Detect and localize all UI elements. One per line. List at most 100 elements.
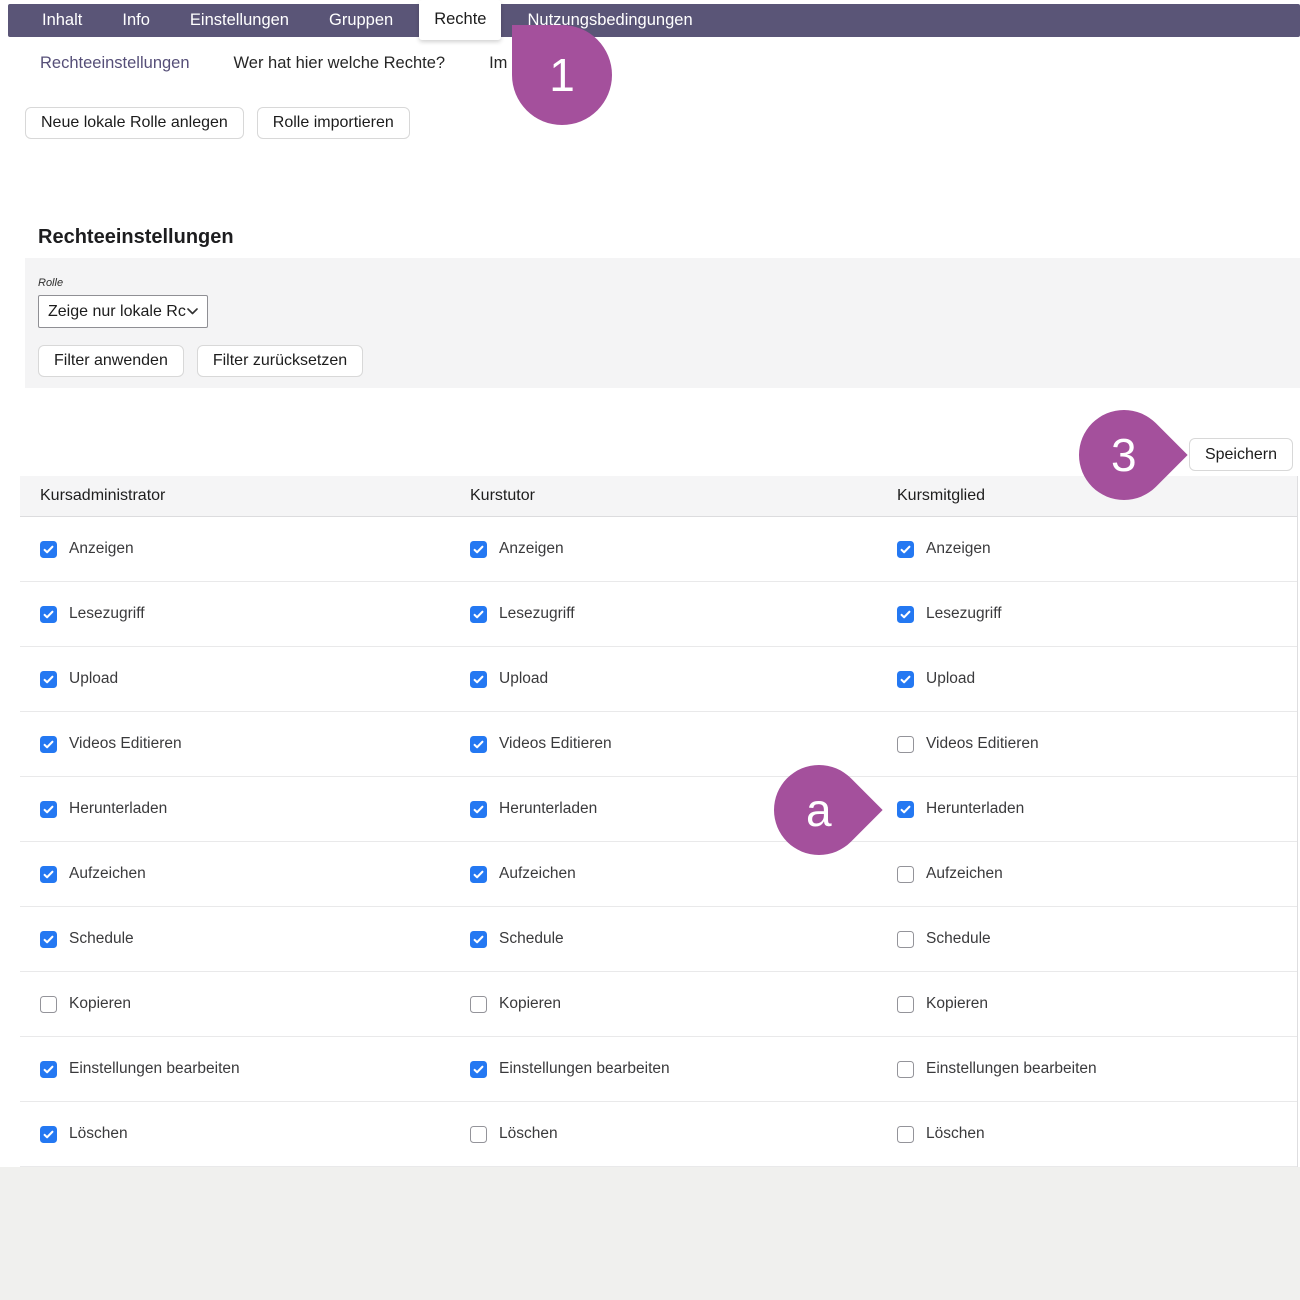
checkbox-kursadministrator-lesezugriff[interactable] [40, 606, 57, 623]
checkbox-kurstutor-lesezugriff[interactable] [470, 606, 487, 623]
permission-label: Aufzeichen [499, 865, 576, 883]
checkbox-kursmitglied-aufzeichen[interactable] [897, 866, 914, 883]
tab-gruppen[interactable]: Gruppen [309, 4, 413, 37]
permission-label: Aufzeichen [926, 865, 1003, 883]
permission-row-einstellungen-bearbeiten: Einstellungen bearbeiten Einstellungen be… [20, 1037, 1297, 1102]
permission-label: Kopieren [499, 995, 561, 1013]
permission-label: Aufzeichen [69, 865, 146, 883]
permission-label: Anzeigen [926, 540, 991, 558]
reset-filter-button[interactable]: Filter zurücksetzen [197, 345, 363, 377]
role-actions: Neue lokale Rolle anlegen Rolle importie… [25, 107, 410, 139]
subnav-item-wer-hat-hier-welche-rechte-[interactable]: Wer hat hier welche Rechte? [234, 54, 446, 73]
permission-cell: Anzeigen [470, 540, 564, 558]
permission-cell: Einstellungen bearbeiten [40, 1060, 240, 1078]
permission-label: Einstellungen bearbeiten [499, 1060, 670, 1078]
permission-cell: Videos Editieren [470, 735, 612, 753]
tab-rechte[interactable]: Rechte [419, 0, 501, 40]
checkbox-kursadministrator-herunterladen[interactable] [40, 801, 57, 818]
permission-cell: Upload [470, 670, 548, 688]
permission-row-videos-editieren: Videos Editieren Videos Editieren Videos E… [20, 712, 1297, 777]
checkbox-kursmitglied-einstellungen-bearbeiten[interactable] [897, 1061, 914, 1078]
permission-cell: Aufzeichen [897, 865, 1003, 883]
permission-cell: Löschen [470, 1125, 558, 1143]
checkbox-kurstutor-herunterladen[interactable] [470, 801, 487, 818]
checkbox-kursadministrator-aufzeichen[interactable] [40, 866, 57, 883]
checkbox-kursmitglied-anzeigen[interactable] [897, 541, 914, 558]
permission-label: Schedule [926, 930, 991, 948]
checkbox-kurstutor-aufzeichen[interactable] [470, 866, 487, 883]
role-select-value: Zeige nur lokale Rc [48, 303, 186, 321]
permission-cell: Upload [897, 670, 975, 688]
permission-cell: Schedule [40, 930, 134, 948]
checkbox-kurstutor-kopieren[interactable] [470, 996, 487, 1013]
new-local-role-button[interactable]: Neue lokale Rolle anlegen [25, 107, 244, 139]
permission-row-kopieren: KopierenKopierenKopieren [20, 972, 1297, 1037]
annotation-label: 3 [1111, 432, 1137, 478]
chevron-down-icon [187, 308, 198, 315]
permission-label: Upload [926, 670, 975, 688]
checkbox-kursmitglied-herunterladen[interactable] [897, 801, 914, 818]
permission-cell: Schedule [470, 930, 564, 948]
checkbox-kurstutor-upload[interactable] [470, 671, 487, 688]
column-header-kursadministrator: Kursadministrator [40, 487, 165, 505]
permission-cell: Einstellungen bearbeiten [470, 1060, 670, 1078]
permission-row-löschen: LöschenLöschenLöschen [20, 1102, 1297, 1167]
permissions-grid: Anzeigen Anzeigen Anzeigen Lesezugriff Lesez… [20, 517, 1297, 1167]
save-button[interactable]: Speichern [1189, 438, 1293, 471]
checkbox-kursmitglied-kopieren[interactable] [897, 996, 914, 1013]
checkbox-kursmitglied-upload[interactable] [897, 671, 914, 688]
checkbox-kurstutor-anzeigen[interactable] [470, 541, 487, 558]
permission-row-herunterladen: Herunterladen Herunterladen Herunterladen [20, 777, 1297, 842]
annotation-label: a [806, 787, 832, 833]
permission-label: Anzeigen [69, 540, 134, 558]
checkbox-kursadministrator-kopieren[interactable] [40, 996, 57, 1013]
permission-label: Lesezugriff [69, 605, 145, 623]
permission-label: Schedule [69, 930, 134, 948]
permission-cell: Kopieren [470, 995, 561, 1013]
permission-cell: Herunterladen [470, 800, 597, 818]
checkbox-kursadministrator-videos-editieren[interactable] [40, 736, 57, 753]
annotation-label: 1 [549, 52, 575, 98]
checkbox-kursadministrator-upload[interactable] [40, 671, 57, 688]
checkbox-kursadministrator-anzeigen[interactable] [40, 541, 57, 558]
checkbox-kursadministrator-schedule[interactable] [40, 931, 57, 948]
checkbox-kursadministrator-einstellungen-bearbeiten[interactable] [40, 1061, 57, 1078]
tab-info[interactable]: Info [102, 4, 170, 37]
checkbox-kurstutor-löschen[interactable] [470, 1126, 487, 1143]
sub-navigation: Rechteeinstellungen Wer hat hier welche R… [40, 46, 557, 80]
permission-cell: Aufzeichen [40, 865, 146, 883]
checkbox-kursmitglied-lesezugriff[interactable] [897, 606, 914, 623]
topnav-tabs: InhaltInfoEinstellungenGruppenRechteNutz… [22, 4, 713, 37]
page-title: Rechteeinstellungen [38, 226, 234, 249]
apply-filter-button[interactable]: Filter anwenden [38, 345, 184, 377]
checkbox-kursmitglied-schedule[interactable] [897, 931, 914, 948]
permission-row-aufzeichen: Aufzeichen Aufzeichen Aufzeichen [20, 842, 1297, 907]
permission-label: Lesezugriff [926, 605, 1002, 623]
permission-label: Videos Editieren [926, 735, 1039, 753]
import-role-button[interactable]: Rolle importieren [257, 107, 410, 139]
permission-cell: Löschen [897, 1125, 985, 1143]
permission-row-anzeigen: Anzeigen Anzeigen Anzeigen [20, 517, 1297, 582]
checkbox-kurstutor-einstellungen-bearbeiten[interactable] [470, 1061, 487, 1078]
checkbox-kursmitglied-videos-editieren[interactable] [897, 736, 914, 753]
permission-label: Herunterladen [69, 800, 167, 818]
role-select[interactable]: Zeige nur lokale Rc [38, 295, 208, 328]
tab-einstellungen[interactable]: Einstellungen [170, 4, 309, 37]
checkbox-kursadministrator-löschen[interactable] [40, 1126, 57, 1143]
checkbox-kursmitglied-löschen[interactable] [897, 1126, 914, 1143]
permission-label: Videos Editieren [69, 735, 182, 753]
permission-cell: Videos Editieren [40, 735, 182, 753]
permission-label: Anzeigen [499, 540, 564, 558]
permission-label: Löschen [926, 1125, 985, 1143]
permission-cell: Lesezugriff [897, 605, 1002, 623]
subnav-item-rechteeinstellungen[interactable]: Rechteeinstellungen [40, 54, 190, 73]
checkbox-kurstutor-schedule[interactable] [470, 931, 487, 948]
permission-cell: Schedule [897, 930, 991, 948]
permission-label: Herunterladen [926, 800, 1024, 818]
column-header-kursmitglied: Kursmitglied [897, 487, 985, 505]
checkbox-kurstutor-videos-editieren[interactable] [470, 736, 487, 753]
permission-cell: Lesezugriff [40, 605, 145, 623]
tab-inhalt[interactable]: Inhalt [22, 4, 102, 37]
column-header-kurstutor: Kurstutor [470, 487, 535, 505]
annotation-balloon-1: 1 [512, 25, 612, 125]
